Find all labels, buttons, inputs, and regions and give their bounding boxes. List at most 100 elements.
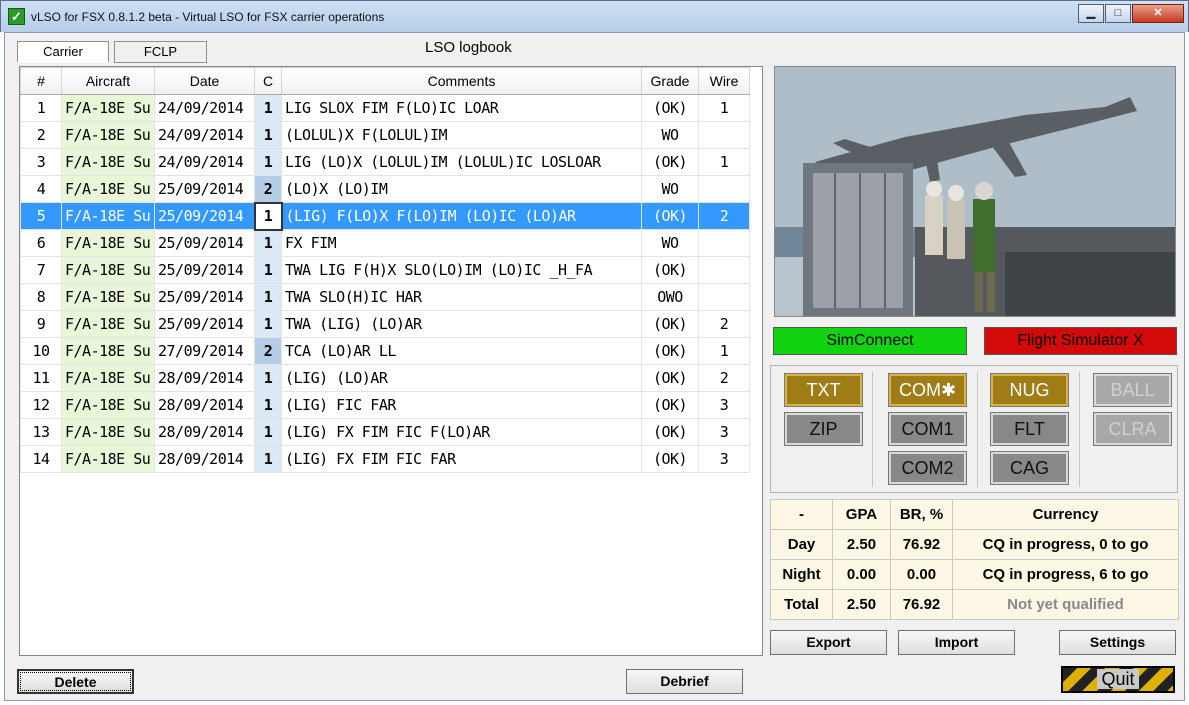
- table-row[interactable]: 10 F/A-18E Su 27/09/2014 2 TCA (LO)AR LL (OK)…: [20, 337, 750, 365]
- settings-button[interactable]: Settings: [1059, 630, 1176, 655]
- cell-c[interactable]: 1: [254, 229, 282, 257]
- col-header-grade[interactable]: Grade: [641, 67, 699, 95]
- table-row[interactable]: 4 F/A-18E Su 25/09/2014 2 (LO)X (LO)IM WO: [20, 175, 750, 203]
- cell-num[interactable]: 12: [20, 391, 62, 419]
- cell-aircraft[interactable]: F/A-18E Su: [61, 364, 155, 392]
- cell-comments[interactable]: TCA (LO)AR LL: [281, 337, 642, 365]
- cell-c[interactable]: 1: [254, 283, 282, 311]
- cell-date[interactable]: 25/09/2014: [154, 283, 255, 311]
- close-button[interactable]: ✕: [1132, 4, 1184, 23]
- cell-c[interactable]: 1: [254, 445, 282, 473]
- cell-aircraft[interactable]: F/A-18E Su: [61, 445, 155, 473]
- cell-date[interactable]: 28/09/2014: [154, 445, 255, 473]
- cell-num[interactable]: 8: [20, 283, 62, 311]
- cell-c[interactable]: 1: [253, 201, 283, 231]
- cell-wire[interactable]: [698, 121, 750, 149]
- table-row[interactable]: 8 F/A-18E Su 25/09/2014 1 TWA SLO(H)IC HAR OW…: [20, 283, 750, 311]
- cell-c[interactable]: 2: [254, 337, 282, 365]
- cell-grade[interactable]: (OK): [641, 391, 699, 419]
- cell-date[interactable]: 24/09/2014: [154, 121, 255, 149]
- delete-button[interactable]: Delete: [17, 669, 134, 694]
- cell-wire[interactable]: [698, 229, 750, 257]
- quit-button[interactable]: Quit: [1061, 666, 1175, 693]
- com2-button[interactable]: COM2: [888, 451, 967, 485]
- cell-date[interactable]: 25/09/2014: [154, 256, 255, 284]
- cell-date[interactable]: 24/09/2014: [154, 148, 255, 176]
- cell-aircraft[interactable]: F/A-18E Su: [61, 202, 155, 230]
- cell-c[interactable]: 1: [254, 94, 282, 122]
- cell-aircraft[interactable]: F/A-18E Su: [61, 229, 155, 257]
- cell-date[interactable]: 25/09/2014: [154, 175, 255, 203]
- cell-num[interactable]: 9: [20, 310, 62, 338]
- cell-comments[interactable]: FX FIM: [281, 229, 642, 257]
- cag-button[interactable]: CAG: [990, 451, 1069, 485]
- com1-button[interactable]: COM1: [888, 412, 967, 446]
- cell-num[interactable]: 1: [20, 94, 62, 122]
- cell-c[interactable]: 1: [254, 418, 282, 446]
- cell-comments[interactable]: TWA LIG F(H)X SLO(LO)IM (LO)IC _H_FA: [281, 256, 642, 284]
- cell-aircraft[interactable]: F/A-18E Su: [61, 121, 155, 149]
- txt-button[interactable]: TXT: [784, 373, 863, 407]
- cell-wire[interactable]: 2: [698, 202, 750, 230]
- col-header-num[interactable]: #: [20, 67, 62, 95]
- cell-wire[interactable]: 2: [698, 364, 750, 392]
- cell-date[interactable]: 28/09/2014: [154, 364, 255, 392]
- table-row[interactable]: 3 F/A-18E Su 24/09/2014 1 LIG (LO)X (LOLUL)I…: [20, 148, 750, 176]
- cell-grade[interactable]: (OK): [641, 256, 699, 284]
- cell-c[interactable]: 1: [254, 364, 282, 392]
- cell-grade[interactable]: WO: [641, 175, 699, 203]
- table-row[interactable]: 14 F/A-18E Su 28/09/2014 1 (LIG) FX FIM FIC …: [20, 445, 750, 473]
- debrief-button[interactable]: Debrief: [626, 669, 743, 694]
- cell-date[interactable]: 28/09/2014: [154, 418, 255, 446]
- cell-aircraft[interactable]: F/A-18E Su: [61, 337, 155, 365]
- col-header-wire[interactable]: Wire: [698, 67, 750, 95]
- cell-grade[interactable]: WO: [641, 229, 699, 257]
- cell-num[interactable]: 6: [20, 229, 62, 257]
- cell-num[interactable]: 11: [20, 364, 62, 392]
- cell-grade[interactable]: (OK): [641, 445, 699, 473]
- cell-wire[interactable]: 1: [698, 148, 750, 176]
- cell-grade[interactable]: (OK): [641, 337, 699, 365]
- cell-wire[interactable]: [698, 256, 750, 284]
- cell-grade[interactable]: WO: [641, 121, 699, 149]
- table-row[interactable]: 11 F/A-18E Su 28/09/2014 1 (LIG) (LO)AR (OK) 2: [20, 364, 750, 392]
- table-row[interactable]: 12 F/A-18E Su 28/09/2014 1 (LIG) FIC FAR (OK)…: [20, 391, 750, 419]
- cell-c[interactable]: 1: [254, 310, 282, 338]
- flt-button[interactable]: FLT: [990, 412, 1069, 446]
- cell-wire[interactable]: 3: [698, 418, 750, 446]
- table-row[interactable]: 2 F/A-18E Su 24/09/2014 1 (LOLUL)X F(LOLUL)I…: [20, 121, 750, 149]
- export-button[interactable]: Export: [770, 630, 887, 655]
- cell-aircraft[interactable]: F/A-18E Su: [61, 418, 155, 446]
- cell-comments[interactable]: (LIG) (LO)AR: [281, 364, 642, 392]
- cell-date[interactable]: 25/09/2014: [154, 310, 255, 338]
- cell-date[interactable]: 25/09/2014: [154, 229, 255, 257]
- cell-c[interactable]: 1: [254, 256, 282, 284]
- cell-aircraft[interactable]: F/A-18E Su: [61, 256, 155, 284]
- import-button[interactable]: Import: [898, 630, 1015, 655]
- tab-fclp[interactable]: FCLP: [114, 41, 207, 63]
- cell-grade[interactable]: OWO: [641, 283, 699, 311]
- zip-button[interactable]: ZIP: [784, 412, 863, 446]
- cell-comments[interactable]: LIG SLOX FIM F(LO)IC LOAR: [281, 94, 642, 122]
- cell-comments[interactable]: (LIG) FIC FAR: [281, 391, 642, 419]
- col-header-comments[interactable]: Comments: [281, 67, 642, 95]
- logbook-grid[interactable]: # Aircraft Date C Comments Grade Wire 1F…: [19, 66, 763, 656]
- com-star-button[interactable]: COM✱: [888, 373, 967, 407]
- nug-button[interactable]: NUG: [990, 373, 1069, 407]
- cell-date[interactable]: 25/09/2014: [154, 202, 255, 230]
- cell-num[interactable]: 13: [20, 418, 62, 446]
- col-header-c[interactable]: C: [254, 67, 282, 95]
- cell-aircraft[interactable]: F/A-18E Su: [61, 310, 155, 338]
- cell-grade[interactable]: (OK): [641, 364, 699, 392]
- cell-date[interactable]: 28/09/2014: [154, 391, 255, 419]
- cell-date[interactable]: 27/09/2014: [154, 337, 255, 365]
- cell-aircraft[interactable]: F/A-18E Su: [61, 148, 155, 176]
- cell-wire[interactable]: [698, 283, 750, 311]
- cell-aircraft[interactable]: F/A-18E Su: [61, 175, 155, 203]
- cell-grade[interactable]: (OK): [641, 310, 699, 338]
- cell-comments[interactable]: TWA (LIG) (LO)AR: [281, 310, 642, 338]
- cell-num[interactable]: 5: [20, 202, 62, 230]
- cell-comments[interactable]: (LIG) F(LO)X F(LO)IM (LO)IC (LO)AR: [281, 202, 642, 230]
- table-row[interactable]: 6 F/A-18E Su 25/09/2014 1 FX FIM WO: [20, 229, 750, 257]
- cell-grade[interactable]: (OK): [641, 202, 699, 230]
